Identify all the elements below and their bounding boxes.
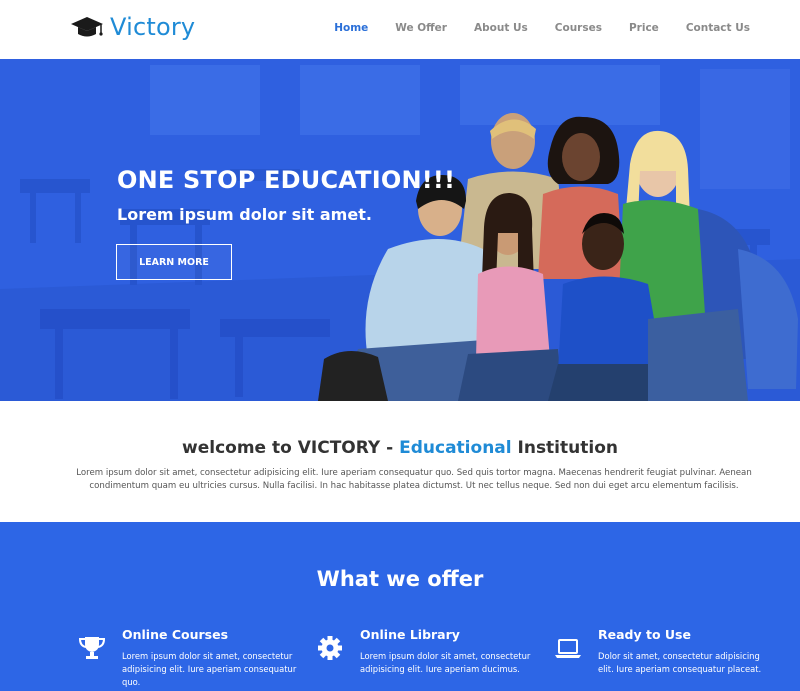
nav-item-contact-us[interactable]: Contact Us [686,20,750,36]
brand-name: Victory [110,13,196,41]
nav-item-home[interactable]: Home [334,20,368,36]
welcome-title-brand: VICTORY [297,438,381,458]
welcome-text: Lorem ipsum dolor sit amet, consectetur … [76,468,752,491]
nav-item-price[interactable]: Price [629,20,659,36]
welcome-title-separator: - [380,438,400,458]
laptop-icon [555,639,581,658]
main-nav: Home We Offer About Us Courses Price Con… [307,20,750,36]
offer-text: Lorem ipsum dolor sit amet, consectetur … [122,651,297,687]
what-we-offer-section: What we offer Online Courses Lorem ipsum… [0,522,800,691]
welcome-title-accent: Educational [399,438,512,458]
learn-more-button[interactable]: LEARN MORE [116,244,232,280]
welcome-title: welcome to VICTORY - Educational Institu… [0,437,800,459]
offer-title: What we offer [316,567,484,591]
brand-logo[interactable]: Victory [70,12,195,42]
graduation-cap-icon [71,17,103,37]
nav-item-about-us[interactable]: About Us [474,20,528,36]
trophy-icon [78,637,106,659]
offer-text: Lorem ipsum dolor sit amet, consectetur … [360,651,531,674]
offer-text: Dolor sit amet, consectetur adipisicing … [598,651,762,674]
gear-icon [318,636,342,660]
nav-item-we-offer[interactable]: We Offer [395,20,447,36]
offer-heading: Online Courses [122,627,229,642]
welcome-title-prefix: welcome to [182,438,298,458]
site-header: Victory Home We Offer About Us Courses P… [0,0,800,59]
nav-item-courses[interactable]: Courses [555,20,602,36]
students-group-photo [318,113,798,401]
welcome-title-suffix: Institution [511,438,618,458]
offer-heading: Ready to Use [598,627,691,642]
hero-subtitle: Lorem ipsum dolor sit amet. [117,205,372,224]
offer-heading: Online Library [360,627,460,642]
welcome-section: welcome to VICTORY - Educational Institu… [0,401,800,522]
hero-banner: ONE STOP EDUCATION!!! Lorem ipsum dolor … [0,59,800,401]
hero-title: ONE STOP EDUCATION!!! [117,166,456,194]
